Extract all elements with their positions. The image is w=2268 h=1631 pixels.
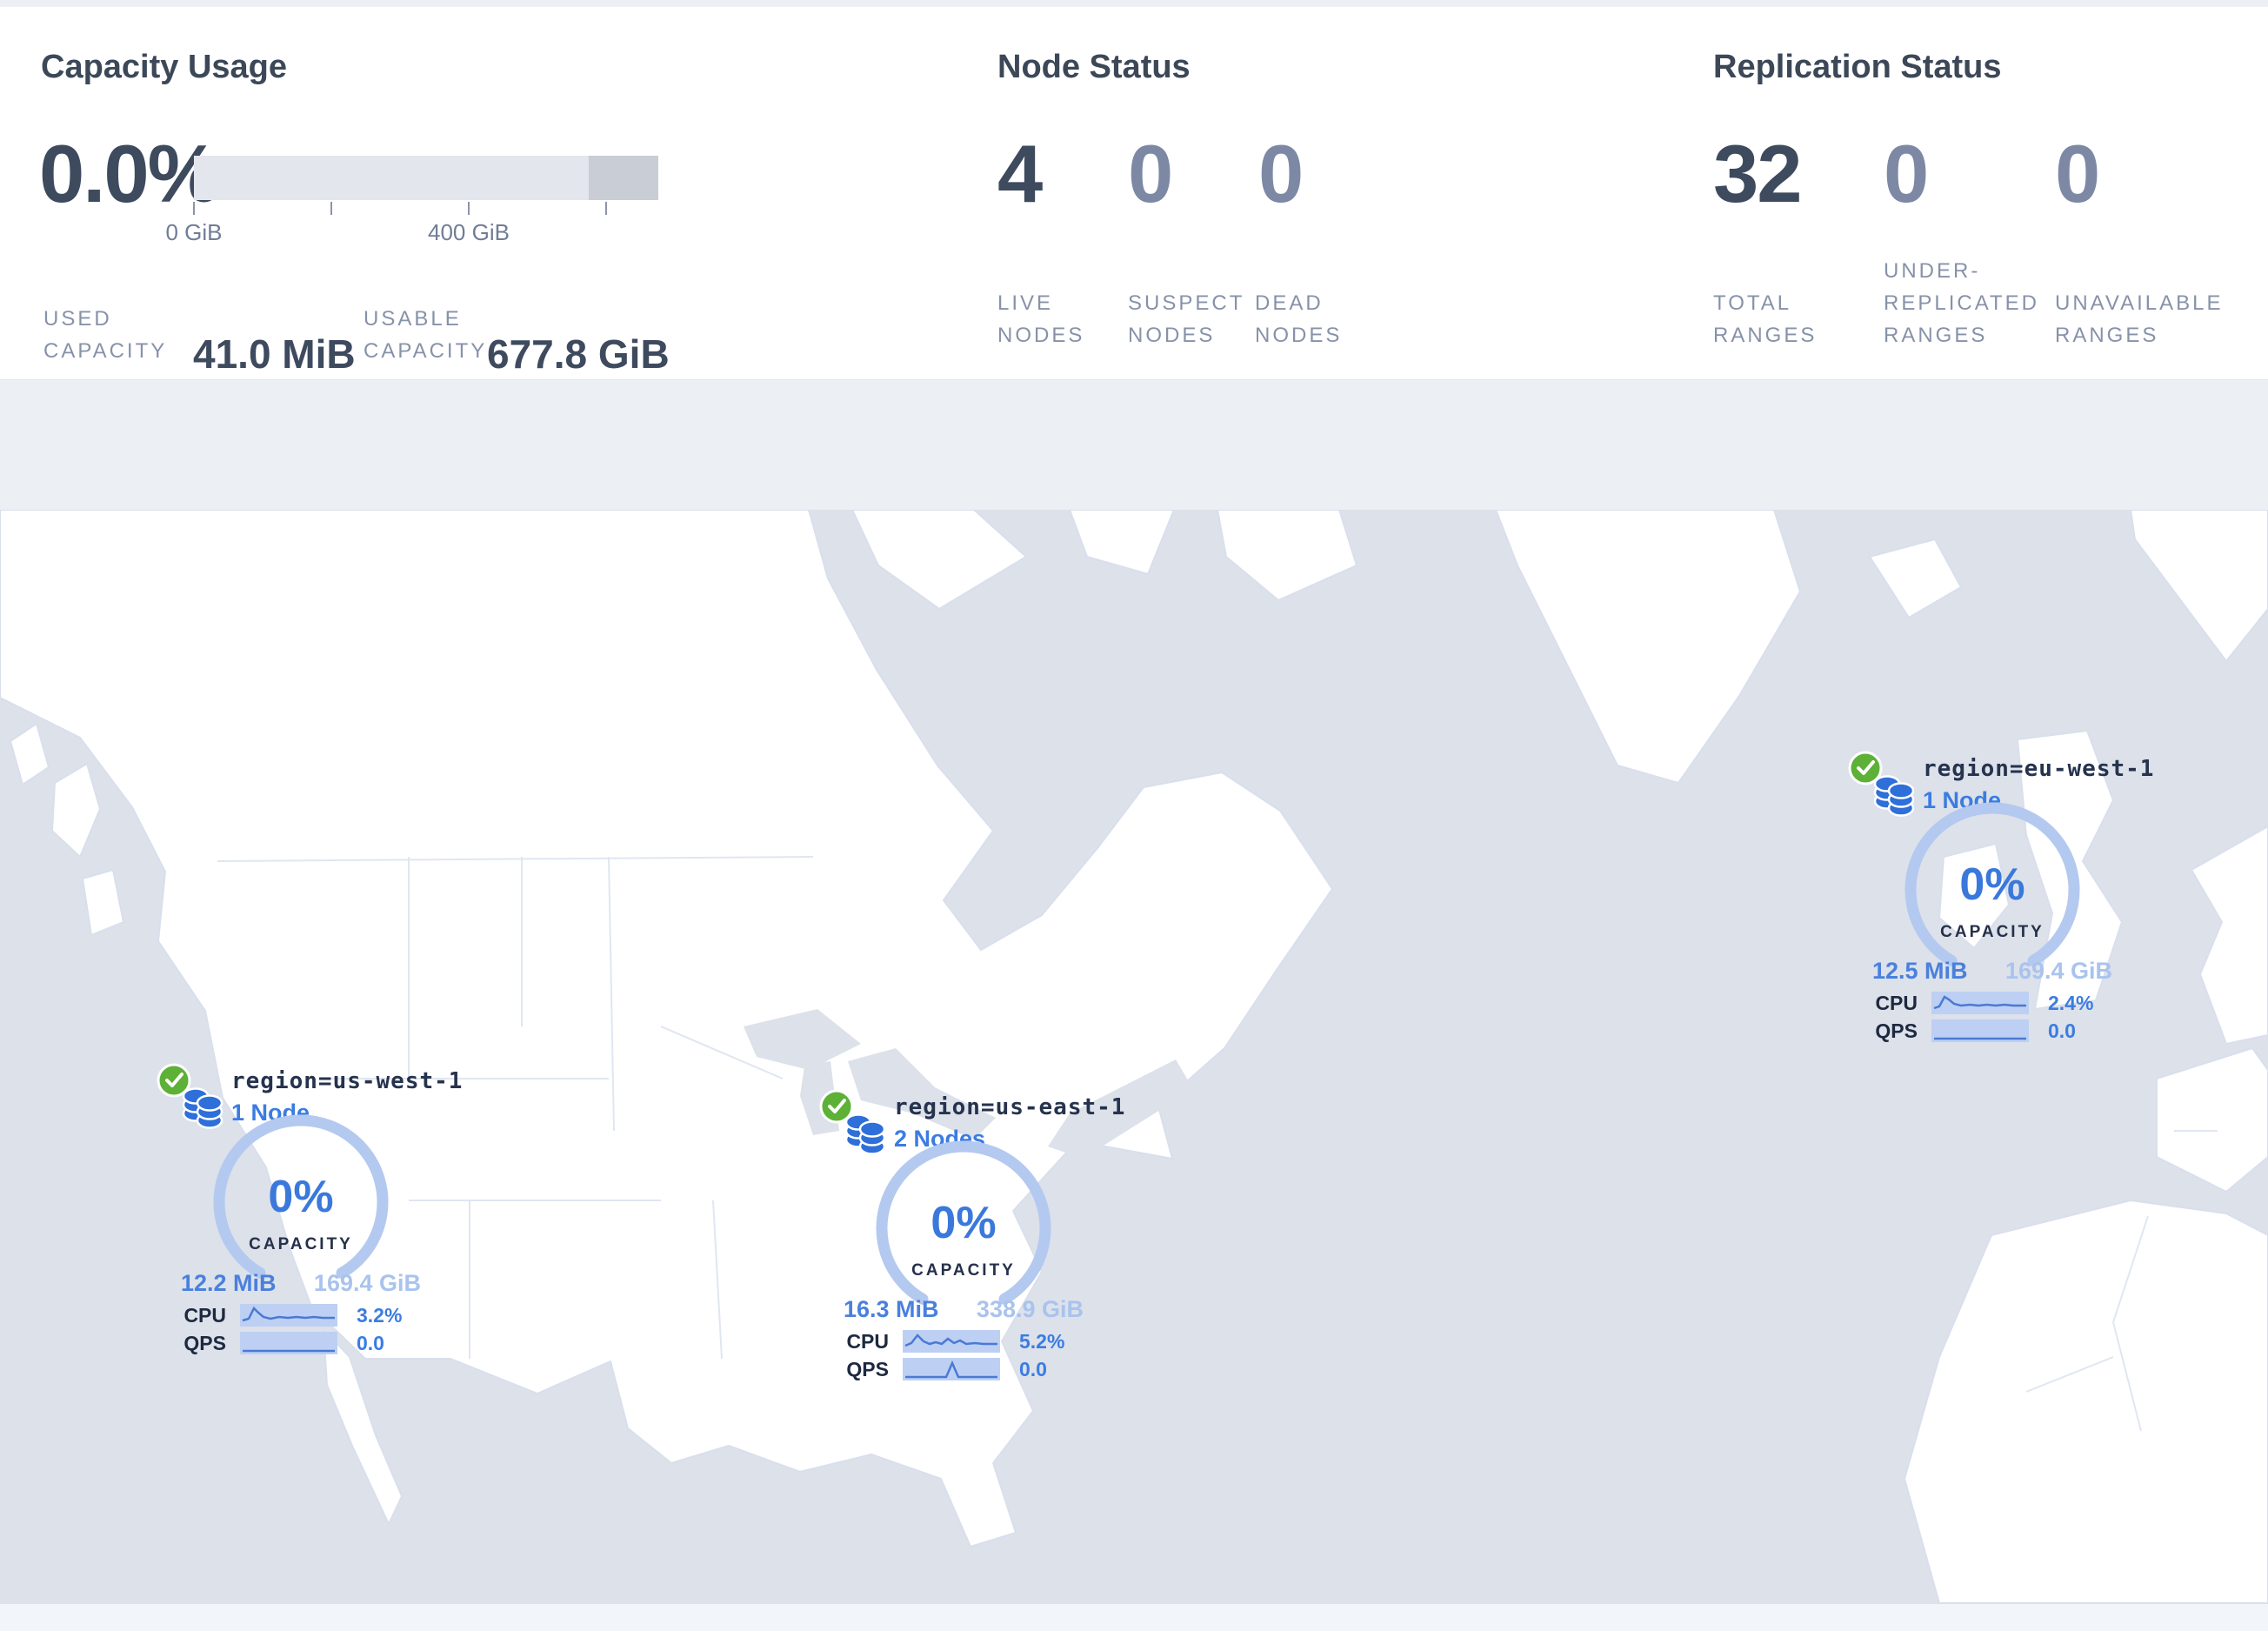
region-used-capacity: 12.2 MiB <box>181 1270 277 1296</box>
qps-label: QPS <box>846 1357 889 1380</box>
cpu-label: CPU <box>183 1303 226 1327</box>
under-replicated-ranges-label: UNDER-REPLICATED RANGES <box>1884 259 2039 347</box>
capacity-axis-tick <box>330 202 332 215</box>
dead-nodes-label: DEAD NODES <box>1255 291 1343 347</box>
cpu-sparkline <box>240 1304 337 1327</box>
node-map[interactable]: region=us-west-1 1 Node 0% CAPACITY 12.2… <box>0 510 2268 1631</box>
qps-sparkline <box>1931 1019 2029 1042</box>
live-nodes-count: 4 <box>997 128 1043 219</box>
suspect-nodes-count: 0 <box>1128 128 1173 219</box>
region-usable-capacity: 169.4 GiB <box>2005 958 2112 984</box>
suspect-nodes-label: SUSPECT NODES <box>1128 291 1244 347</box>
capacity-usage-bar <box>194 156 658 200</box>
qps-label: QPS <box>1875 1019 1918 1042</box>
capacity-usage-title: Capacity Usage <box>41 49 288 85</box>
capacity-axis-tick <box>193 202 195 215</box>
cpu-value: 2.4% <box>2048 991 2094 1014</box>
capacity-usage-percent: 0.0% <box>39 128 220 219</box>
qps-sparkline <box>903 1358 1000 1380</box>
map-footer-strip <box>0 1604 2268 1631</box>
total-ranges-count: 32 <box>1713 128 1803 219</box>
under-replicated-ranges-count: 0 <box>1884 128 1929 219</box>
used-capacity-value: 41.0 MiB <box>193 331 356 377</box>
map-landmass-africa <box>1904 1200 2268 1604</box>
dead-nodes-count: 0 <box>1258 128 1304 219</box>
total-ranges-label: TOTAL RANGES <box>1713 291 1818 347</box>
top-strip <box>0 0 2268 7</box>
region-name: region=us-west-1 <box>231 1068 464 1094</box>
region-capacity-label: CAPACITY <box>249 1235 353 1253</box>
usable-capacity-value: 677.8 GiB <box>487 331 670 377</box>
cluster-summary-bar: Capacity Usage 0.0% 0 GiB 400 GiB USED C… <box>0 7 2268 380</box>
cpu-sparkline <box>1931 992 2029 1014</box>
region-capacity-label: CAPACITY <box>1940 923 2045 941</box>
map-landmass-greenland <box>1495 510 1801 784</box>
region-name: region=eu-west-1 <box>1923 756 2155 782</box>
qps-sparkline <box>240 1332 337 1354</box>
qps-label: QPS <box>183 1331 226 1354</box>
region-marker-us-east-1[interactable]: region=us-east-1 2 Nodes 0% CAPACITY 16.… <box>819 1086 1124 1388</box>
cpu-label: CPU <box>1875 991 1918 1014</box>
region-capacity-percent: 0% <box>1959 859 2025 910</box>
region-name: region=us-east-1 <box>894 1094 1126 1120</box>
toolbar: Node Map Cluster 10m Past 10 Minutes <box>0 380 2268 890</box>
region-usable-capacity: 338.9 GiB <box>976 1296 1084 1322</box>
cpu-label: CPU <box>846 1329 889 1353</box>
node-status-title: Node Status <box>997 49 1191 85</box>
qps-value: 0.0 <box>2048 1019 2076 1042</box>
region-marker-eu-west-1[interactable]: region=eu-west-1 1 Node 0% CAPACITY 12.5… <box>1848 747 2153 1050</box>
qps-value: 0.0 <box>1019 1357 1047 1380</box>
cpu-value: 5.2% <box>1019 1329 1065 1353</box>
capacity-axis-label-400: 400 GiB <box>428 219 510 245</box>
region-capacity-percent: 0% <box>268 1172 334 1222</box>
region-capacity-label: CAPACITY <box>911 1261 1016 1280</box>
cpu-sparkline <box>903 1330 1000 1353</box>
capacity-axis-tick <box>468 202 470 215</box>
qps-value: 0.0 <box>357 1331 384 1354</box>
used-capacity-label: USED CAPACITY <box>43 307 168 363</box>
usable-capacity-label: USABLE CAPACITY <box>364 307 488 363</box>
region-used-capacity: 12.5 MiB <box>1872 958 1968 984</box>
capacity-axis-label-0: 0 GiB <box>165 219 223 245</box>
region-capacity-percent: 0% <box>931 1198 997 1248</box>
unavailable-ranges-count: 0 <box>2055 128 2100 219</box>
region-usable-capacity: 169.4 GiB <box>313 1270 421 1296</box>
capacity-axis-tick <box>605 202 607 215</box>
cpu-value: 3.2% <box>357 1303 403 1327</box>
unavailable-ranges-label: UNAVAILABLE RANGES <box>2055 291 2224 347</box>
live-nodes-label: LIVE NODES <box>997 291 1085 347</box>
capacity-non-usable-segment <box>589 156 658 200</box>
region-marker-us-west-1[interactable]: region=us-west-1 1 Node 0% CAPACITY 12.2… <box>157 1059 462 1362</box>
region-used-capacity: 16.3 MiB <box>844 1296 939 1322</box>
replication-status-title: Replication Status <box>1713 49 2002 85</box>
